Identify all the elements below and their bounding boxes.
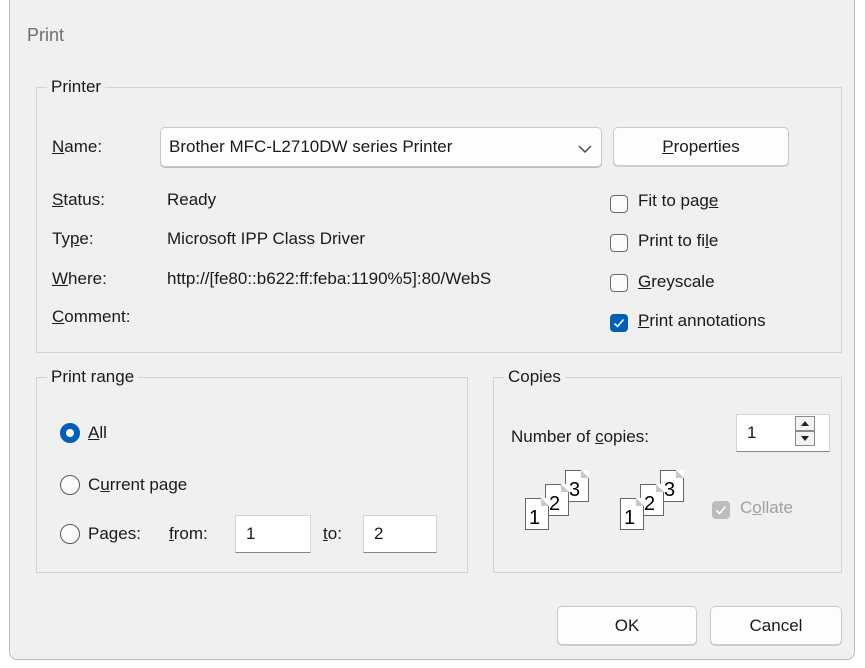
printer-legend: Printer xyxy=(51,77,102,96)
print-to-file-label[interactable]: Print to file xyxy=(638,231,718,251)
collate-illustration-1: 3 2 1 xyxy=(515,470,605,540)
range-pages-label[interactable]: Pages: xyxy=(88,524,141,544)
printer-name-value: Brother MFC-L2710DW series Printer xyxy=(169,137,453,156)
arrow-up-icon xyxy=(801,421,809,426)
title-bar[interactable]: Print xyxy=(10,0,854,76)
range-all-label[interactable]: All xyxy=(88,423,107,443)
page-icon: 1 xyxy=(525,498,549,530)
name-label: Name: xyxy=(52,137,103,156)
page-icon: 1 xyxy=(620,498,644,530)
range-current-page-label[interactable]: Current page xyxy=(88,475,187,495)
ok-button[interactable]: OK xyxy=(557,606,697,645)
type-value: Microsoft IPP Class Driver xyxy=(167,229,366,248)
copies-legend: Copies xyxy=(508,367,561,386)
status-value: Ready xyxy=(167,190,217,209)
comment-label: Comment: xyxy=(52,307,131,326)
cancel-button[interactable]: Cancel xyxy=(710,606,842,645)
printer-name-dropdown[interactable]: Brother MFC-L2710DW series Printer xyxy=(160,127,602,167)
chevron-down-icon xyxy=(578,141,592,159)
checkmark-icon xyxy=(715,505,727,515)
number-of-copies-label: Number of copies: xyxy=(511,427,649,446)
arrow-down-icon xyxy=(801,436,809,441)
status-label: Status: xyxy=(52,190,105,209)
to-label: to: xyxy=(323,524,342,543)
type-label: Type: xyxy=(52,229,94,248)
print-dialog: Print Printer Name: Brother MFC-L2710DW … xyxy=(9,0,855,660)
range-pages-radio[interactable] xyxy=(60,524,80,544)
where-label: Where: xyxy=(52,269,107,288)
greyscale-label[interactable]: Greyscale xyxy=(638,272,715,292)
to-page-input[interactable]: 2 xyxy=(363,515,437,553)
copies-increment-button[interactable] xyxy=(795,416,815,431)
collate-illustration-2: 3 2 1 xyxy=(610,470,700,540)
range-current-page-radio[interactable] xyxy=(60,475,80,495)
where-value: http://[fe80::b622:ff:feba:1190%5]:80/We… xyxy=(167,269,492,288)
properties-button[interactable]: Properties xyxy=(613,127,789,166)
fit-to-page-label[interactable]: Fit to page xyxy=(638,191,718,211)
collate-label[interactable]: Collate xyxy=(740,498,793,518)
fit-to-page-checkbox[interactable] xyxy=(610,195,628,213)
greyscale-checkbox[interactable] xyxy=(610,274,628,292)
print-to-file-checkbox[interactable] xyxy=(610,234,628,252)
copies-decrement-button[interactable] xyxy=(795,431,815,446)
window-title: Print xyxy=(27,25,65,45)
print-annotations-checkbox[interactable] xyxy=(610,314,628,332)
print-annotations-label[interactable]: Print annotations xyxy=(638,311,766,331)
copies-input[interactable]: 1 xyxy=(736,414,830,452)
from-page-input[interactable]: 1 xyxy=(235,515,311,553)
range-all-radio[interactable] xyxy=(60,423,80,443)
collate-checkbox[interactable] xyxy=(712,501,730,519)
from-label: from: xyxy=(169,524,208,543)
checkmark-icon xyxy=(613,318,625,328)
print-range-legend: Print range xyxy=(51,367,135,386)
